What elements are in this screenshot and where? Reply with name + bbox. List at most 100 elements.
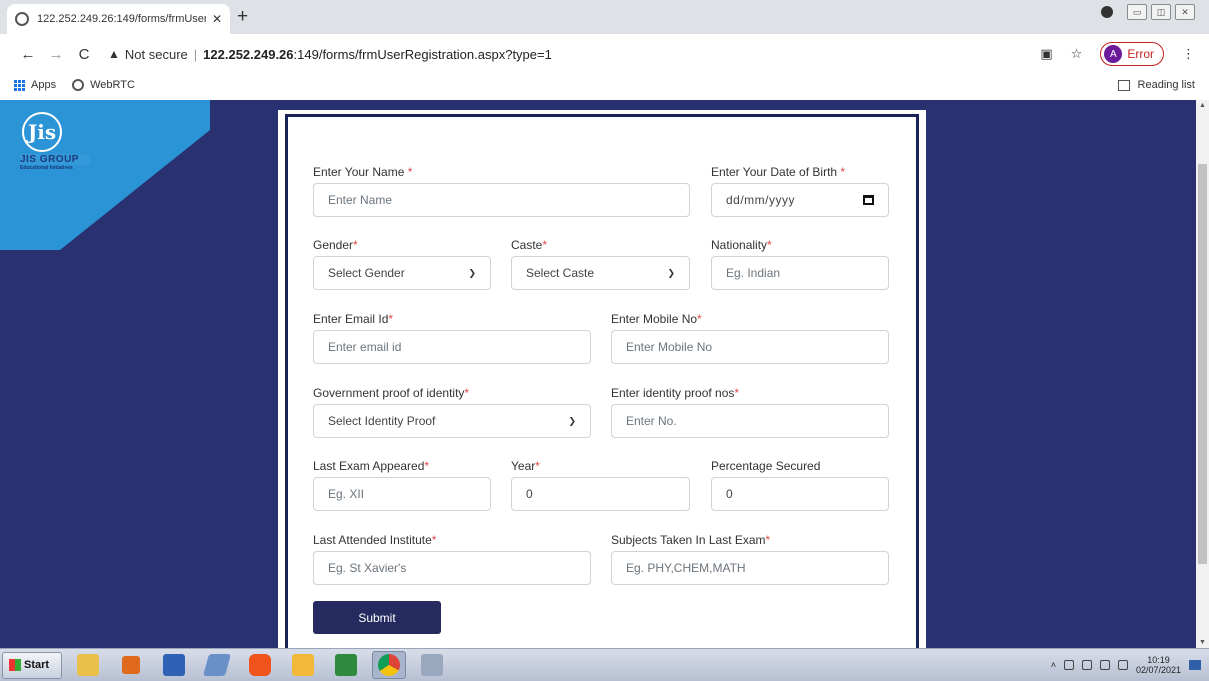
maximize-button[interactable]: ◫ [1151, 4, 1171, 20]
logo-group-name: JIS GROUP [20, 154, 90, 165]
profile-button[interactable]: A Error [1100, 42, 1164, 66]
profile-status: Error [1127, 47, 1154, 61]
institute-label: Last Attended Institute* [313, 533, 437, 547]
globe-icon [72, 79, 85, 91]
forward-icon[interactable]: → [42, 46, 70, 63]
nationality-label: Nationality* [711, 238, 772, 252]
network-icon[interactable] [1081, 660, 1092, 670]
submit-button[interactable]: Submit [313, 601, 441, 634]
logo-mark: Jis [22, 112, 62, 152]
proof-nos-label: Enter identity proof nos* [611, 386, 740, 400]
translate-icon[interactable]: ▣ [1040, 46, 1052, 62]
year-label: Year* [511, 459, 540, 473]
subjects-input[interactable]: Eg. PHY,CHEM,MATH [611, 551, 889, 585]
browser-chrome: 122.252.249.26:149/forms/frmUser ✕ + ▭ ◫… [0, 0, 1209, 100]
system-tray: ˄ 10:19 02/07/2021 [1051, 655, 1209, 675]
window-controls: ▭ ◫ ✕ [1101, 4, 1195, 20]
chrome-icon[interactable] [372, 651, 406, 679]
reading-list-label: Reading list [1137, 79, 1195, 91]
power-icon[interactable] [1117, 660, 1128, 670]
clock-date: 02/07/2021 [1135, 665, 1181, 675]
avatar: A [1104, 45, 1123, 63]
media-player-icon[interactable] [114, 651, 148, 679]
close-tab-icon[interactable]: ✕ [212, 12, 222, 26]
not-secure-label[interactable]: Not secure [125, 47, 188, 62]
minimize-button[interactable]: ▭ [1127, 4, 1147, 20]
reading-list-button[interactable]: Reading list [1117, 79, 1195, 91]
folder-icon[interactable] [286, 651, 320, 679]
flag-tray-icon[interactable] [1063, 660, 1074, 670]
jis-logo: Jis JIS GROUP Educational Initiatives [20, 112, 90, 182]
windows-flag-icon [9, 659, 21, 671]
clock-time: 10:19 [1147, 655, 1170, 665]
address-separator: | [193, 46, 198, 62]
browser-tab[interactable]: 122.252.249.26:149/forms/frmUser ✕ [7, 4, 230, 34]
chevron-down-icon: ❯ [568, 415, 576, 426]
mobile-input[interactable]: Enter Mobile No [611, 330, 889, 364]
scrollbar-thumb[interactable] [1198, 164, 1207, 564]
subjects-label: Subjects Taken In Last Exam* [611, 533, 771, 547]
bookmark-webrtc[interactable]: WebRTC [90, 79, 135, 91]
gov-proof-select[interactable]: Select Identity Proof ❯ [313, 404, 591, 438]
percentage-input[interactable]: 0 [711, 477, 889, 511]
nationality-input[interactable]: Eg. Indian [711, 256, 889, 290]
name-label: Enter Your Name * [313, 165, 413, 179]
menu-kebab-icon[interactable]: ⋮ [1182, 46, 1195, 62]
tray-expand-icon[interactable]: ˄ [1051, 660, 1056, 670]
name-input[interactable]: Enter Name [313, 183, 690, 217]
back-icon[interactable]: ← [14, 46, 42, 63]
registration-form: Enter Your Name * Enter Name Enter Your … [278, 110, 926, 648]
tab-strip: 122.252.249.26:149/forms/frmUser ✕ + ▭ ◫… [0, 0, 1209, 34]
gender-select[interactable]: Select Gender ❯ [313, 256, 491, 290]
show-desktop-button[interactable] [1189, 660, 1201, 670]
toolbar-right: ▣ ☆ A Error ⋮ [1040, 42, 1195, 66]
eraser-icon[interactable] [200, 651, 234, 679]
gender-label: Gender* [313, 238, 358, 252]
caste-label: Caste* [511, 238, 548, 252]
chevron-down-icon: ❯ [667, 267, 675, 278]
extension-icon[interactable] [1101, 6, 1113, 18]
url-field[interactable]: 122.252.249.26:149/forms/frmUserRegistra… [203, 47, 552, 62]
bookmark-apps[interactable]: Apps [31, 79, 56, 91]
tab-title: 122.252.249.26:149/forms/frmUser [37, 13, 206, 25]
bookmark-star-icon[interactable]: ☆ [1071, 46, 1083, 62]
close-window-button[interactable]: ✕ [1175, 4, 1195, 20]
word-icon[interactable] [157, 651, 191, 679]
tools-icon[interactable] [415, 651, 449, 679]
caste-select[interactable]: Select Caste ❯ [511, 256, 690, 290]
last-exam-input[interactable]: Eg. XII [313, 477, 491, 511]
explorer-icon[interactable] [71, 651, 105, 679]
page-scrollbar[interactable]: ▲ ▼ [1196, 100, 1209, 648]
url-host: 122.252.249.26 [203, 46, 294, 62]
new-tab-button[interactable]: + [237, 7, 248, 27]
reading-list-icon [1117, 79, 1130, 91]
brave-icon[interactable] [243, 651, 277, 679]
bookmarks-bar: Apps WebRTC Reading list [0, 74, 1209, 96]
dob-input[interactable]: dd/mm/yyyy [711, 183, 889, 217]
scroll-up-icon[interactable]: ▲ [1199, 102, 1206, 109]
email-input[interactable]: Enter email id [313, 330, 591, 364]
institute-input[interactable]: Eg. St Xavier's [313, 551, 591, 585]
taskbar: Start ˄ 10:19 02/07/2021 [0, 648, 1209, 681]
page-viewport: Jis JIS GROUP Educational Initiatives En… [0, 100, 1209, 648]
proof-nos-input[interactable]: Enter No. [611, 404, 889, 438]
scroll-down-icon[interactable]: ▼ [1199, 639, 1206, 646]
excel-icon[interactable] [329, 651, 363, 679]
gov-proof-label: Government proof of identity* [313, 386, 470, 400]
percentage-label: Percentage Secured [711, 459, 821, 473]
chevron-down-icon: ❯ [468, 267, 476, 278]
start-label: Start [24, 659, 50, 671]
dob-label: Enter Your Date of Birth * [711, 165, 846, 179]
clock[interactable]: 10:19 02/07/2021 [1136, 655, 1181, 675]
calendar-icon[interactable] [863, 195, 874, 205]
last-exam-label: Last Exam Appeared* [313, 459, 430, 473]
apps-grid-icon [14, 79, 25, 91]
start-button[interactable]: Start [2, 651, 62, 679]
address-bar: ← → C ▲ Not secure | 122.252.249.26:149/… [0, 34, 1209, 74]
email-label: Enter Email Id* [313, 312, 394, 326]
reload-icon[interactable]: C [70, 46, 98, 63]
warning-icon[interactable]: ▲ [108, 47, 120, 61]
year-input[interactable]: 0 [511, 477, 690, 511]
logo-tagline: Educational Initiatives [20, 165, 73, 171]
volume-icon[interactable] [1099, 660, 1110, 670]
